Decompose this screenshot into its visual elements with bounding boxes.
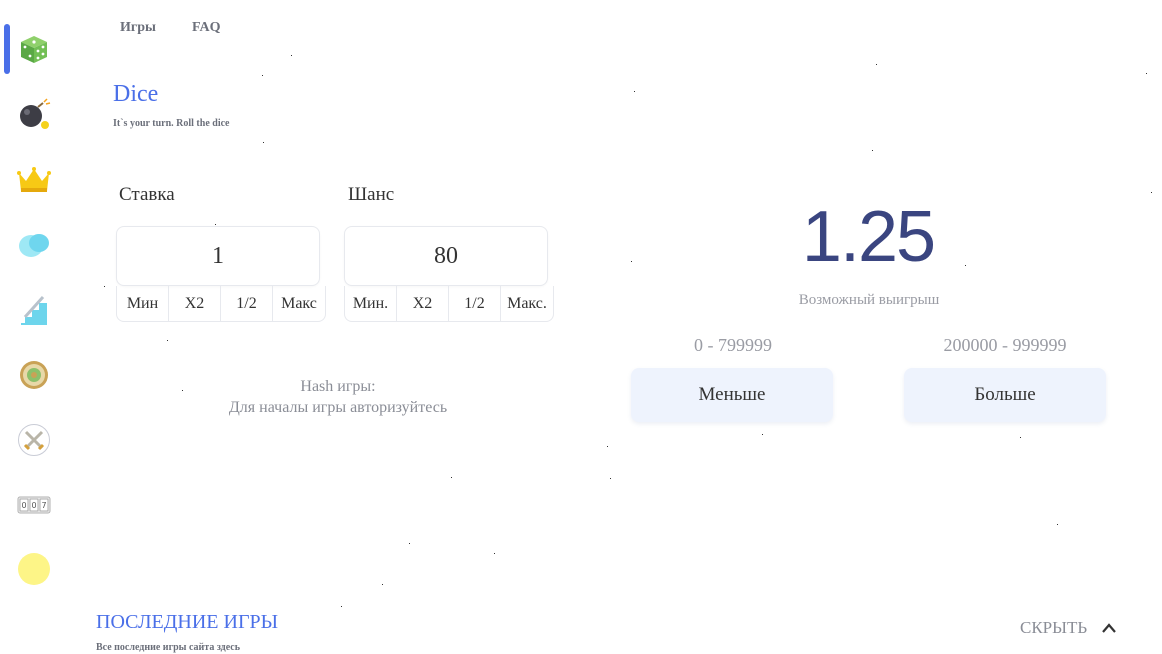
decor-dot <box>876 64 877 65</box>
last-games-subtitle: Все последние игры сайта здесь <box>96 642 241 653</box>
decor-dot <box>409 543 410 544</box>
decor-dot <box>1146 73 1147 74</box>
sidebar-item-dice[interactable] <box>16 31 52 67</box>
sidebar-item-wheel[interactable] <box>16 357 52 393</box>
decor-dot <box>382 584 383 585</box>
coin-flip-icon <box>19 234 49 257</box>
decor-dot <box>762 434 763 435</box>
decor-dot <box>1057 524 1058 525</box>
chance-input[interactable]: 80 <box>344 226 548 286</box>
decor-dot <box>965 265 966 266</box>
dice-icon <box>21 36 47 63</box>
active-indicator <box>4 24 10 74</box>
more-button[interactable]: Больше <box>904 368 1106 422</box>
bet-min-button[interactable]: Мин <box>117 286 169 322</box>
bet-half-button[interactable]: 1/2 <box>221 286 273 322</box>
hash-label: Hash игры: <box>300 378 376 395</box>
chevron-up-icon <box>1102 623 1116 633</box>
svg-text:0: 0 <box>21 501 26 510</box>
chance-x2-button[interactable]: X2 <box>397 286 449 322</box>
nav-faq-link[interactable]: FAQ <box>192 20 221 36</box>
decor-dot <box>263 142 264 143</box>
svg-text:0: 0 <box>31 501 36 510</box>
yellow-circle-icon <box>18 553 50 585</box>
top-nav: Игры FAQ <box>120 20 220 36</box>
bet-label: Ставка <box>119 184 175 205</box>
decor-dot <box>607 446 608 447</box>
decor-dot <box>1151 192 1152 193</box>
decor-dot <box>494 553 495 554</box>
less-button[interactable]: Меньше <box>631 368 833 422</box>
sidebar-item-stairs[interactable] <box>16 292 52 328</box>
chance-max-button[interactable]: Макс. <box>501 286 553 322</box>
decor-dot <box>610 478 611 479</box>
sidebar-item-crown[interactable] <box>16 162 52 198</box>
sidebar: 0 0 7 <box>0 0 70 654</box>
decor-dot <box>872 150 873 151</box>
nav-games-link[interactable]: Игры <box>120 20 156 36</box>
bet-modifiers: Мин X2 1/2 Макс <box>116 286 326 322</box>
decor-dot <box>215 224 216 225</box>
svg-text:7: 7 <box>41 501 46 510</box>
decor-dot <box>291 55 292 56</box>
sidebar-item-slots[interactable]: 0 0 7 <box>16 487 52 523</box>
decor-dot <box>262 75 263 76</box>
hide-label: СКРЫТЬ <box>1020 618 1088 637</box>
chance-min-button[interactable]: Мин. <box>345 286 397 322</box>
sidebar-item-mines[interactable] <box>16 96 52 132</box>
chance-label: Шанс <box>348 184 395 205</box>
more-range: 200000 - 999999 <box>943 335 1067 355</box>
bomb-icon <box>20 98 51 129</box>
decor-dot <box>1020 437 1021 438</box>
decor-dot <box>634 91 635 92</box>
wheel-icon <box>20 361 48 389</box>
decor-dot <box>167 340 168 341</box>
bet-x2-button[interactable]: X2 <box>169 286 221 322</box>
sidebar-item-battle[interactable] <box>16 422 52 458</box>
bet-max-button[interactable]: Макс <box>273 286 325 322</box>
chance-half-button[interactable]: 1/2 <box>449 286 501 322</box>
page-title: Dice <box>113 81 159 107</box>
less-range: 0 - 799999 <box>694 335 772 355</box>
chance-modifiers: Мин. X2 1/2 Макс. <box>344 286 554 322</box>
bet-input[interactable]: 1 <box>116 226 320 286</box>
hash-info: Hash игры: Для началы игры авторизуйтесь <box>198 376 478 418</box>
possible-win-label: Возможный выигрыш <box>798 292 940 308</box>
possible-win-value: 1.25 <box>801 197 936 277</box>
stairs-icon <box>21 295 47 325</box>
decor-dot <box>451 477 452 478</box>
page-subtitle: It`s your turn. Roll the dice <box>113 118 230 129</box>
last-games-title: ПОСЛЕДНИЕ ИГРЫ <box>96 611 279 633</box>
decor-dot <box>182 390 183 391</box>
sidebar-item-coin[interactable] <box>16 551 52 587</box>
hash-note: Для началы игры авторизуйтесь <box>228 399 448 416</box>
swords-icon <box>18 424 50 456</box>
crown-icon <box>17 167 51 192</box>
hide-button[interactable]: СКРЫТЬ <box>1020 618 1117 638</box>
sidebar-item-coinflip[interactable] <box>16 226 52 262</box>
slots-icon: 0 0 7 <box>17 496 51 514</box>
decor-dot <box>104 286 105 287</box>
decor-dot <box>341 606 342 607</box>
decor-dot <box>631 261 632 262</box>
